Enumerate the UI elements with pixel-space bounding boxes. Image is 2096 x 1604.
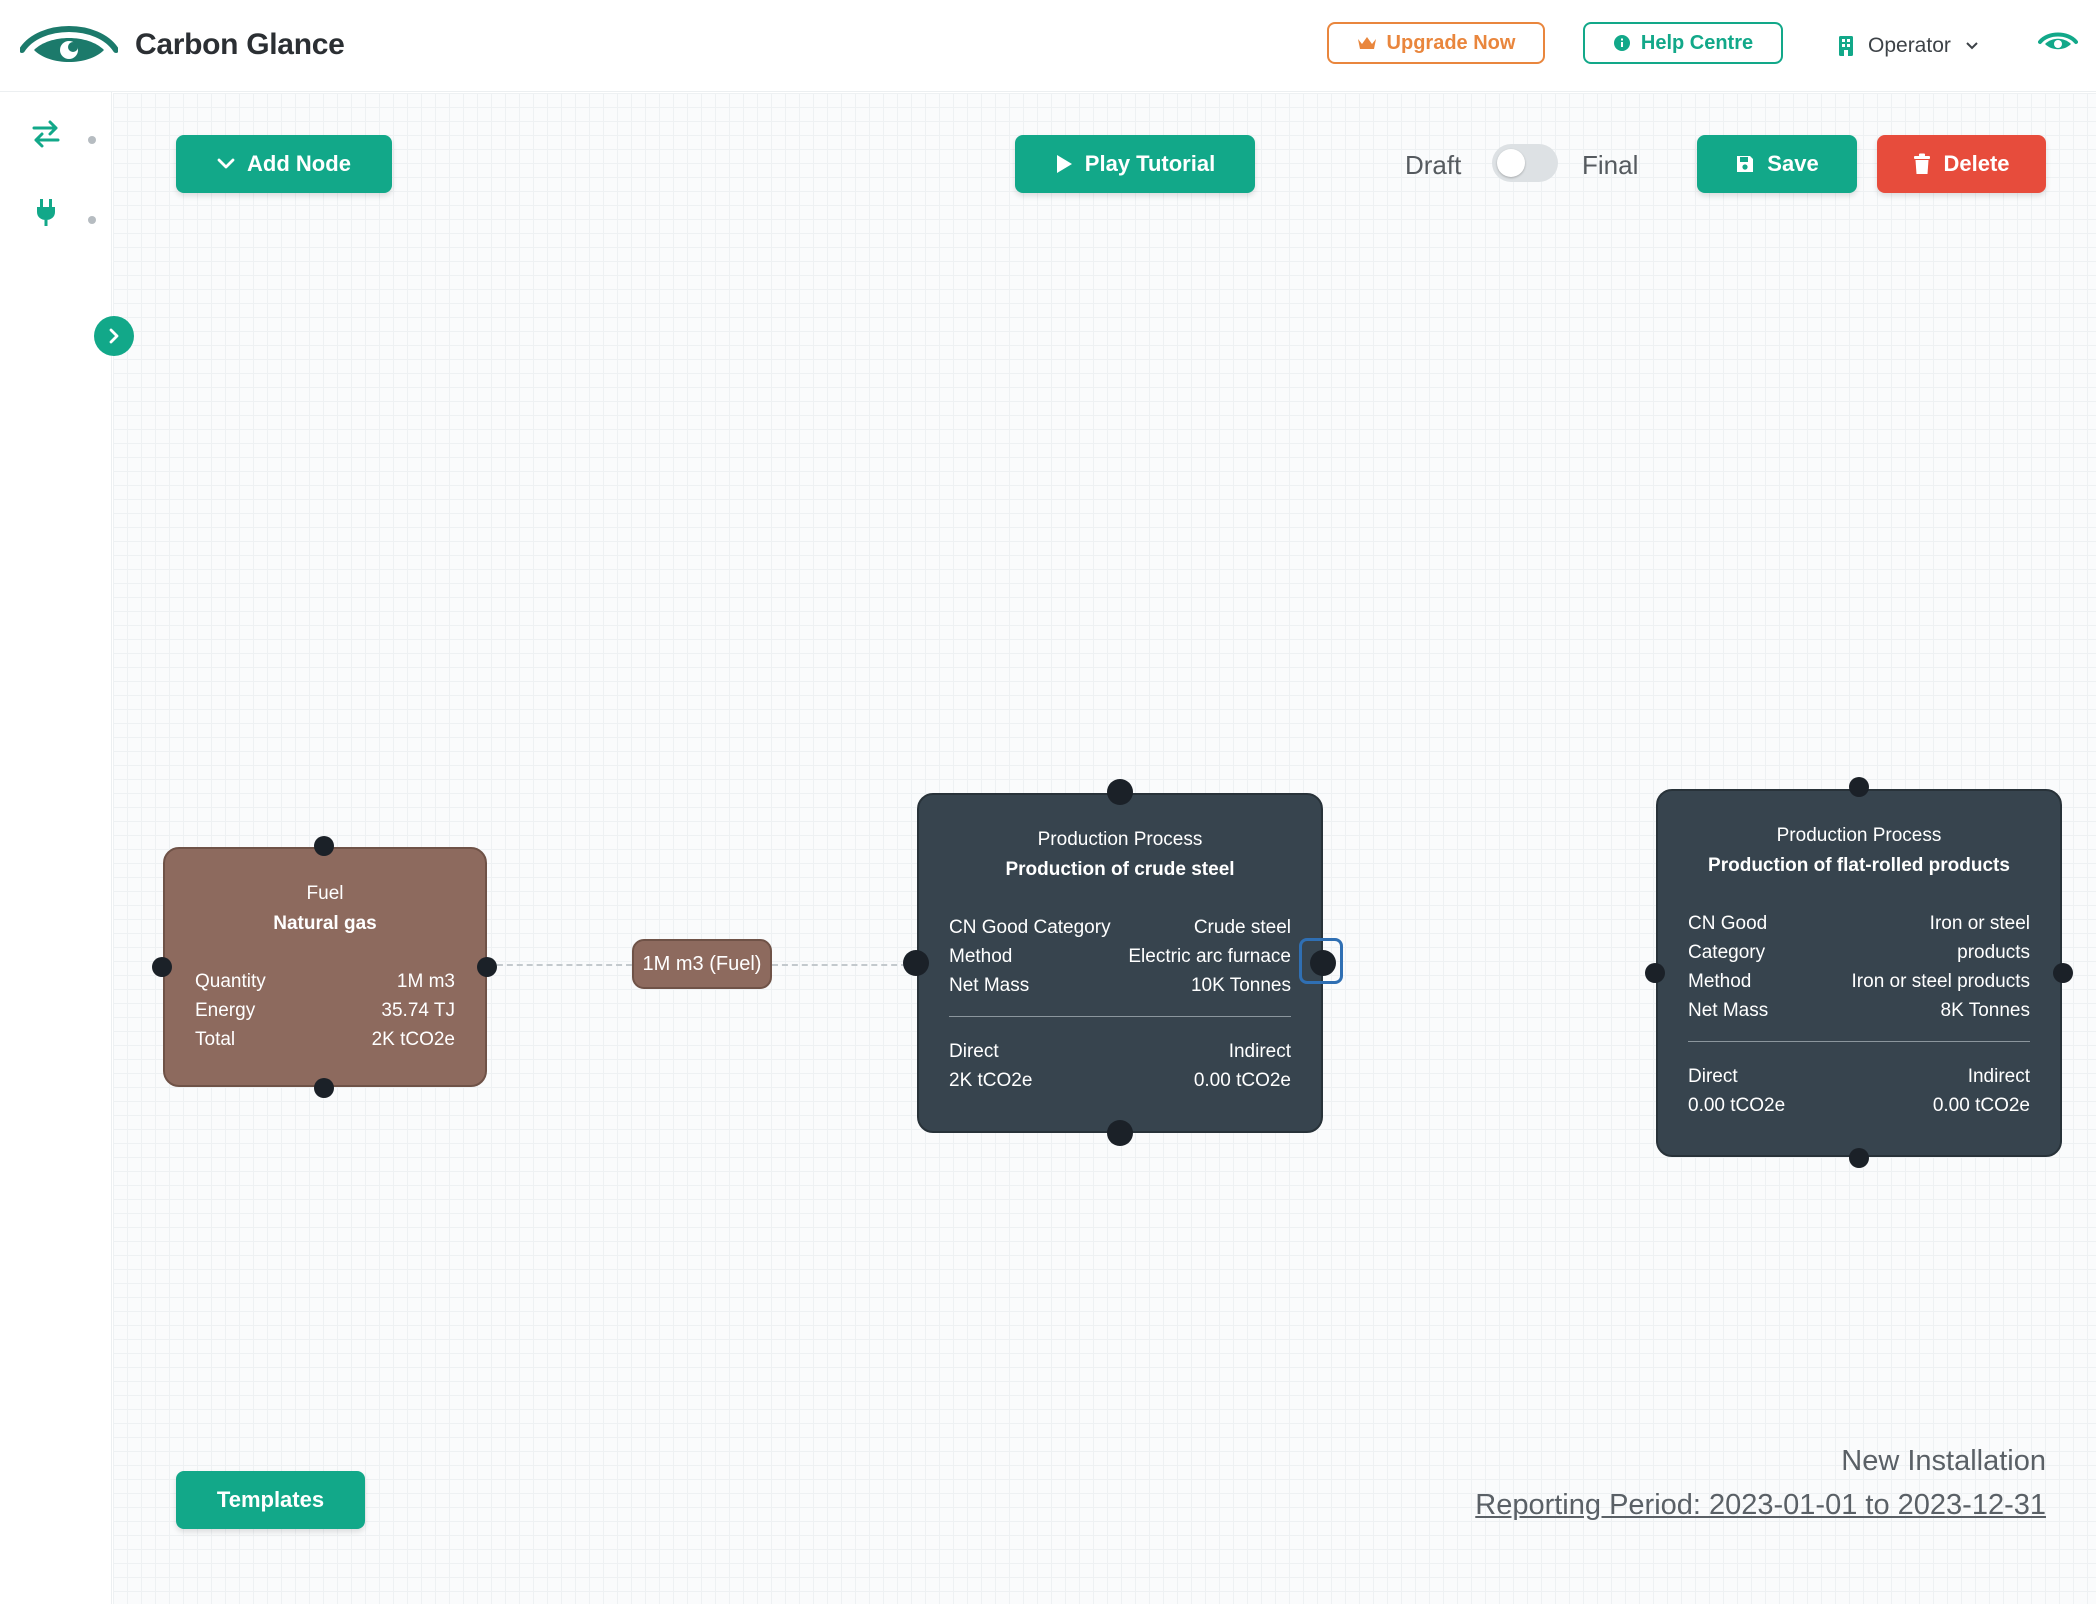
eye-icon[interactable]	[2038, 30, 2078, 58]
help-centre-button[interactable]: Help Centre	[1583, 22, 1783, 64]
trash-icon	[1914, 153, 1931, 174]
connection-handle[interactable]	[1107, 1120, 1133, 1146]
emissions-labels-row: Direct Indirect	[1688, 1066, 2030, 1087]
play-icon	[1056, 155, 1072, 173]
add-node-label: Add Node	[247, 151, 351, 176]
plug-icon[interactable]	[30, 196, 62, 228]
connection-handle[interactable]	[1645, 963, 1665, 983]
node-row: Method Iron or steel products	[1688, 971, 2030, 992]
crown-icon	[1357, 37, 1376, 49]
connection-handle[interactable]	[903, 950, 929, 976]
connection-handle[interactable]	[2053, 963, 2073, 983]
node-row: Net Mass 10K Tonnes	[949, 975, 1291, 996]
play-tutorial-label: Play Tutorial	[1084, 151, 1216, 176]
connection-handle[interactable]	[1849, 1148, 1869, 1168]
node-row: Quantity 1M m3	[195, 971, 455, 992]
floppy-disk-icon	[1737, 156, 1754, 172]
delete-label: Delete	[1943, 151, 2010, 176]
final-label: Final	[1582, 150, 1639, 180]
production-process-node[interactable]: Production Process Production of crude s…	[917, 793, 1323, 1133]
node-divider	[949, 1016, 1291, 1017]
save-button[interactable]: Save	[1697, 135, 1857, 193]
upgrade-now-label: Upgrade Now	[1386, 31, 1516, 54]
emissions-values-row: 2K tCO2e 0.00 tCO2e	[949, 1070, 1291, 1091]
templates-button[interactable]: Templates	[176, 1471, 365, 1529]
chevron-right-icon	[109, 328, 119, 344]
node-type: Production Process	[1037, 829, 1203, 850]
building-icon	[1839, 36, 1853, 56]
node-name: Natural gas	[273, 913, 377, 934]
delete-button[interactable]: Delete	[1877, 135, 2046, 193]
info-icon	[1613, 35, 1630, 51]
toggle-knob	[1497, 149, 1525, 177]
eye-logo-icon[interactable]	[20, 20, 118, 72]
top-bar: Carbon Glance Upgrade Now Help Centre Op…	[0, 0, 2096, 92]
node-type: Fuel	[306, 883, 344, 904]
connection-handle[interactable]	[314, 1078, 334, 1098]
connection-handle[interactable]	[314, 836, 334, 856]
play-tutorial-button[interactable]: Play Tutorial	[1015, 135, 1255, 193]
chevron-down-icon	[217, 158, 235, 169]
arrows-swap-icon[interactable]	[30, 118, 62, 150]
operator-label: Operator	[1868, 34, 1951, 57]
add-node-button[interactable]: Add Node	[176, 135, 392, 193]
operator-menu[interactable]: Operator	[1838, 34, 1979, 58]
node-row: CN Good Category Crude steel	[949, 917, 1291, 938]
reporting-period-link[interactable]: Reporting Period: 2023-01-01 to 2023-12-…	[1475, 1489, 2046, 1522]
node-row: Total 2K tCO2e	[195, 1029, 455, 1050]
emissions-values-row: 0.00 tCO2e 0.00 tCO2e	[1688, 1095, 2030, 1116]
connection-handle[interactable]	[152, 957, 172, 977]
app-title: Carbon Glance	[135, 28, 345, 61]
node-name: Production of flat-rolled products	[1708, 855, 2010, 876]
save-label: Save	[1767, 151, 1819, 176]
node-row: Method Electric arc furnace	[949, 946, 1291, 967]
selected-handle-outline	[1299, 938, 1343, 984]
node-row: Energy 35.74 TJ	[195, 1000, 455, 1021]
emissions-labels-row: Direct Indirect	[949, 1041, 1291, 1062]
edge-line	[772, 964, 917, 966]
expand-sidebar-button[interactable]	[94, 316, 134, 356]
node-type: Production Process	[1776, 825, 1942, 846]
production-process-node[interactable]: Production Process Production of flat-ro…	[1656, 789, 2062, 1157]
draft-final-toggle[interactable]	[1492, 144, 1558, 182]
node-divider	[1688, 1041, 2030, 1042]
connection-handle[interactable]	[477, 957, 497, 977]
sidebar	[0, 92, 112, 1604]
sidebar-item-indicator	[88, 216, 96, 224]
edge-label[interactable]: 1M m3 (Fuel)	[632, 939, 772, 989]
chevron-down-icon	[1966, 42, 1978, 50]
upgrade-now-button[interactable]: Upgrade Now	[1327, 22, 1545, 64]
node-row: CN Good Category Iron or steel products	[1688, 913, 2030, 963]
installation-name: New Installation	[1841, 1445, 2046, 1477]
node-row: Net Mass 8K Tonnes	[1688, 1000, 2030, 1021]
edge-line	[487, 964, 632, 966]
node-name: Production of crude steel	[1005, 859, 1235, 880]
draft-label: Draft	[1405, 150, 1462, 180]
sidebar-item-indicator	[88, 136, 96, 144]
fuel-node[interactable]: Fuel Natural gas Quantity 1M m3 Energy 35.…	[163, 847, 487, 1087]
help-centre-label: Help Centre	[1640, 31, 1754, 54]
connection-handle[interactable]	[1849, 777, 1869, 797]
templates-label: Templates	[216, 1487, 325, 1512]
connection-handle[interactable]	[1107, 779, 1133, 805]
